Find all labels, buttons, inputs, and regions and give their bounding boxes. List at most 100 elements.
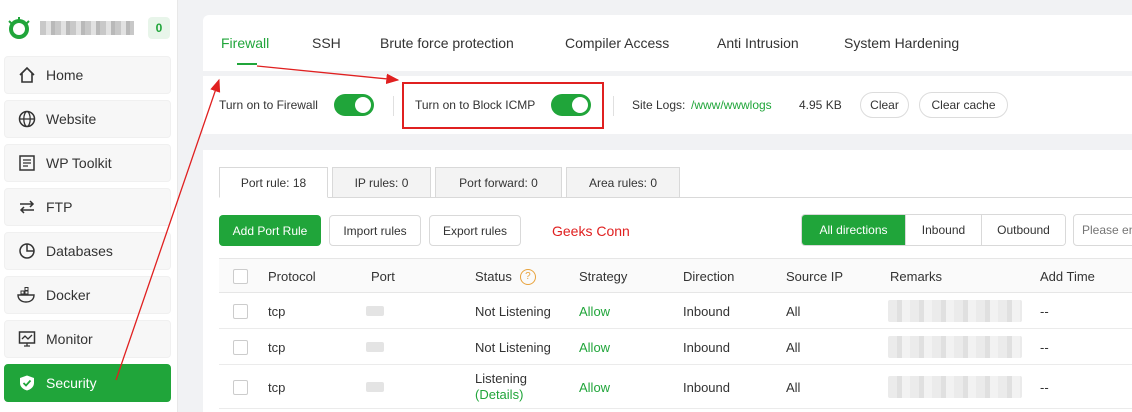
cell-source-ip: All xyxy=(786,379,801,395)
cell-add-time: -- xyxy=(1040,339,1049,355)
column-direction: Direction xyxy=(683,269,735,284)
column-source-ip: Source IP xyxy=(786,269,844,284)
sidebar-item-security[interactable]: Security xyxy=(4,364,171,402)
cell-remarks-redacted xyxy=(888,336,1022,358)
cell-strategy: Allow xyxy=(579,339,611,355)
column-status-label: Status xyxy=(475,269,512,284)
logs-size: 4.95 KB xyxy=(799,98,842,112)
site-logs-path-link[interactable]: /www/wwwlogs xyxy=(691,76,772,134)
cell-protocol: tcp xyxy=(268,339,286,355)
sidebar-item-wp-toolkit[interactable]: WP Toolkit xyxy=(4,144,171,182)
sidebar-item-label: Website xyxy=(46,111,97,127)
cell-direction: Inbound xyxy=(683,303,730,319)
sidebar-item-databases[interactable]: Databases xyxy=(4,232,171,270)
monitor-icon xyxy=(17,329,37,349)
firewall-toggle-label: Turn on to Firewall xyxy=(219,98,318,112)
cell-strategy: Allow xyxy=(579,303,611,319)
notification-badge[interactable]: 0 xyxy=(148,17,170,39)
security-tabs: Firewall SSH Brute force protection Comp… xyxy=(203,15,1132,71)
status-text: Listening xyxy=(475,371,528,386)
filter-inbound[interactable]: Inbound xyxy=(905,215,981,245)
cell-port-redacted xyxy=(366,382,384,392)
export-rules-button[interactable]: Export rules xyxy=(429,215,521,246)
column-protocol: Protocol xyxy=(268,269,316,284)
cell-add-time: -- xyxy=(1040,379,1049,395)
firewall-status-bar: Turn on to Firewall Turn on to Block ICM… xyxy=(203,76,1132,134)
cell-add-time: -- xyxy=(1040,303,1049,319)
divider xyxy=(393,96,394,116)
sidebar-item-ftp[interactable]: FTP xyxy=(4,188,171,226)
tab-ssh[interactable]: SSH xyxy=(312,15,341,71)
column-status: Status ? xyxy=(475,259,536,294)
sidebar-item-label: Home xyxy=(46,67,84,83)
help-icon[interactable]: ? xyxy=(519,268,536,285)
cell-strategy: Allow xyxy=(579,379,611,395)
firewall-toggle[interactable] xyxy=(334,94,374,116)
cell-status: Listening (Details) xyxy=(475,371,527,403)
table-row: tcp Listening (Details) Allow Inbound Al… xyxy=(219,365,1132,409)
cell-source-ip: All xyxy=(786,303,801,319)
tab-anti-intrusion[interactable]: Anti Intrusion xyxy=(717,15,799,71)
column-add-time: Add Time xyxy=(1040,269,1095,284)
sidebar: 0 Home Website WP Toolkit FTP Databases xyxy=(0,0,178,412)
tab-brute-force-protection[interactable]: Brute force protection xyxy=(380,15,514,71)
sidebar-item-label: WP Toolkit xyxy=(46,155,112,171)
tab-port-forward[interactable]: Port forward: 0 xyxy=(435,167,562,198)
docker-icon xyxy=(17,285,37,305)
sidebar-item-label: Security xyxy=(46,375,97,391)
clear-cache-button[interactable]: Clear cache xyxy=(919,92,1008,118)
clear-logs-button[interactable]: Clear xyxy=(860,92,909,118)
logo-icon xyxy=(8,17,30,39)
divider xyxy=(613,96,614,116)
cell-port-redacted xyxy=(366,306,384,316)
annotation-text: Geeks Conn xyxy=(552,222,630,239)
cell-remarks-redacted xyxy=(888,376,1022,398)
cell-port-redacted xyxy=(366,342,384,352)
wp-toolkit-icon xyxy=(17,153,37,173)
search-input[interactable] xyxy=(1073,214,1132,246)
sidebar-item-label: Monitor xyxy=(46,331,93,347)
cell-status: Not Listening xyxy=(475,303,551,319)
sidebar-item-docker[interactable]: Docker xyxy=(4,276,171,314)
add-port-rule-button[interactable]: Add Port Rule xyxy=(219,215,321,246)
cell-direction: Inbound xyxy=(683,379,730,395)
cell-protocol: tcp xyxy=(268,379,286,395)
tab-port-rules[interactable]: Port rule: 18 xyxy=(219,167,328,198)
filter-all-directions[interactable]: All directions xyxy=(802,215,905,245)
column-strategy: Strategy xyxy=(579,269,628,284)
sidebar-item-website[interactable]: Website xyxy=(4,100,171,138)
tab-system-hardening[interactable]: System Hardening xyxy=(844,15,959,71)
column-remarks: Remarks xyxy=(890,269,943,284)
row-checkbox[interactable] xyxy=(233,304,248,319)
home-icon xyxy=(17,65,37,85)
cell-direction: Inbound xyxy=(683,339,730,355)
database-pie-icon xyxy=(17,241,37,261)
tab-compiler-access[interactable]: Compiler Access xyxy=(565,15,669,71)
column-port: Port xyxy=(371,269,395,284)
tab-area-rules[interactable]: Area rules: 0 xyxy=(566,167,680,198)
select-all-checkbox[interactable] xyxy=(233,269,248,284)
filter-outbound[interactable]: Outbound xyxy=(981,215,1065,245)
table-row: tcp Not Listening Allow Inbound All -- xyxy=(219,293,1132,329)
status-details-link[interactable]: (Details) xyxy=(475,387,523,403)
shield-icon xyxy=(17,373,37,393)
row-checkbox[interactable] xyxy=(233,380,248,395)
brand-name-blurred xyxy=(40,21,134,35)
site-logs-label: Site Logs: xyxy=(632,98,686,112)
sidebar-item-label: Docker xyxy=(46,287,91,303)
cell-remarks-redacted xyxy=(888,300,1022,322)
table-header: Protocol Port Status ? Strategy Directio… xyxy=(219,258,1132,293)
transfer-arrows-icon xyxy=(17,197,37,217)
cell-source-ip: All xyxy=(786,339,801,355)
row-checkbox[interactable] xyxy=(233,340,248,355)
sidebar-item-monitor[interactable]: Monitor xyxy=(4,320,171,358)
import-rules-button[interactable]: Import rules xyxy=(329,215,421,246)
cell-protocol: tcp xyxy=(268,303,286,319)
cell-status: Not Listening xyxy=(475,339,551,355)
sidebar-item-label: FTP xyxy=(46,199,73,215)
sidebar-item-label: Databases xyxy=(46,243,113,259)
tab-ip-rules[interactable]: IP rules: 0 xyxy=(332,167,431,198)
direction-filter: All directions Inbound Outbound xyxy=(801,214,1066,246)
globe-icon xyxy=(17,109,37,129)
sidebar-item-home[interactable]: Home xyxy=(4,56,171,94)
